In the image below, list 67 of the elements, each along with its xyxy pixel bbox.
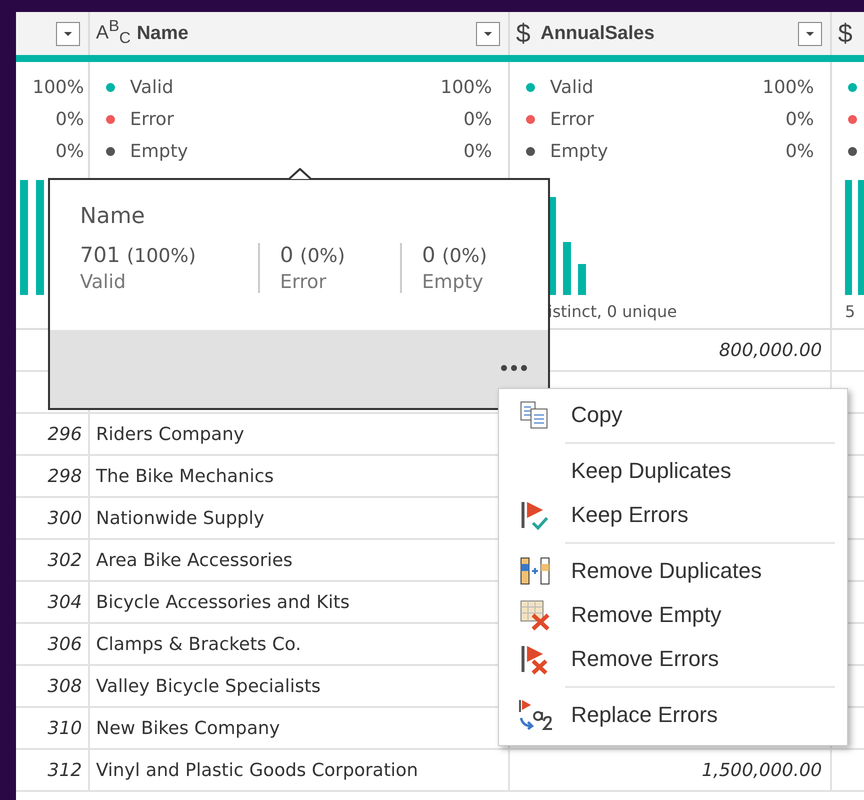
row-number: 298 bbox=[48, 466, 82, 486]
menu-item[interactable]: Copy bbox=[499, 393, 847, 437]
row-number: 296 bbox=[48, 424, 82, 444]
table-cell: Clamps & Brackets Co. bbox=[96, 634, 302, 654]
flag-check-icon bbox=[519, 499, 551, 531]
quality-percent: 0% bbox=[785, 108, 814, 130]
quality-percent: 0% bbox=[785, 140, 814, 162]
row-number: 306 bbox=[48, 634, 82, 654]
currency-type-icon[interactable]: $ bbox=[838, 18, 852, 49]
quality-label: Error bbox=[550, 108, 594, 130]
menu-item[interactable]: Remove Duplicates bbox=[499, 549, 847, 593]
more-icon bbox=[500, 364, 528, 372]
quality-label: Empty bbox=[130, 140, 188, 162]
table-cell: 1,500,000.00 bbox=[702, 760, 822, 780]
grid-cross-icon bbox=[519, 599, 551, 631]
dropdown-button[interactable] bbox=[56, 22, 80, 46]
menu-item[interactable]: Keep Duplicates bbox=[499, 449, 847, 493]
distinct-count: istinct, 0 unique bbox=[548, 302, 678, 321]
table-cell: Riders Company bbox=[96, 424, 244, 444]
quality-percent: 100% bbox=[440, 76, 492, 98]
quality-percent: 0% bbox=[55, 140, 84, 162]
currency-type-icon[interactable]: $ bbox=[516, 18, 530, 49]
table-cell: Valley Bicycle Specialists bbox=[96, 676, 321, 696]
quality-percent: 0% bbox=[55, 108, 84, 130]
more-options-button[interactable] bbox=[500, 364, 528, 372]
menu-item[interactable]: Remove Errors bbox=[499, 637, 847, 681]
row-number: 308 bbox=[48, 676, 82, 696]
quality-percent: 100% bbox=[762, 76, 814, 98]
quality-label: Valid bbox=[550, 76, 594, 98]
row-number: 304 bbox=[48, 592, 82, 612]
row-number: 302 bbox=[48, 550, 82, 570]
stat-value: 701 (100%) bbox=[80, 243, 197, 267]
table-cell: Area Bike Accessories bbox=[96, 550, 293, 570]
menu-item[interactable]: Keep Errors bbox=[499, 493, 847, 537]
row-number: 312 bbox=[48, 760, 82, 780]
dropdown-button[interactable] bbox=[476, 22, 500, 46]
caret-icon bbox=[63, 30, 73, 36]
distinct-count: 5 bbox=[845, 302, 856, 321]
quality-percent: 0% bbox=[463, 140, 492, 162]
quality-percent: 100% bbox=[32, 76, 84, 98]
table-cell: New Bikes Company bbox=[96, 718, 280, 738]
table-cell: Nationwide Supply bbox=[96, 508, 264, 528]
popup-title: Name bbox=[80, 204, 146, 229]
row-number: 310 bbox=[48, 718, 82, 738]
column-header[interactable]: Name bbox=[136, 22, 470, 44]
stat-value: 0 (0%) bbox=[280, 243, 346, 267]
quality-label: Error bbox=[130, 108, 174, 130]
menu-item[interactable]: Remove Empty bbox=[499, 593, 847, 637]
table-cell: Vinyl and Plastic Goods Corporation bbox=[96, 760, 418, 780]
stat-label: Empty bbox=[422, 271, 484, 293]
quality-label: Valid bbox=[130, 76, 174, 98]
row-number: 300 bbox=[48, 508, 82, 528]
menu-item[interactable]: Replace Errors bbox=[499, 693, 847, 737]
stat-label: Valid bbox=[80, 271, 127, 293]
dropdown-button[interactable] bbox=[798, 22, 822, 46]
table-cell: The Bike Mechanics bbox=[96, 466, 274, 486]
caret-icon bbox=[805, 30, 815, 36]
table-cell: 800,000.00 bbox=[718, 340, 822, 360]
flag-replace-icon bbox=[517, 698, 553, 732]
caret-icon bbox=[483, 30, 493, 36]
column-header[interactable]: AnnualSales bbox=[540, 22, 792, 44]
quality-percent: 0% bbox=[463, 108, 492, 130]
quality-label: Empty bbox=[550, 140, 608, 162]
stat-label: Error bbox=[280, 271, 328, 293]
columns-icon bbox=[519, 556, 551, 586]
table-cell: Bicycle Accessories and Kits bbox=[96, 592, 350, 612]
stat-value: 0 (0%) bbox=[422, 243, 488, 267]
